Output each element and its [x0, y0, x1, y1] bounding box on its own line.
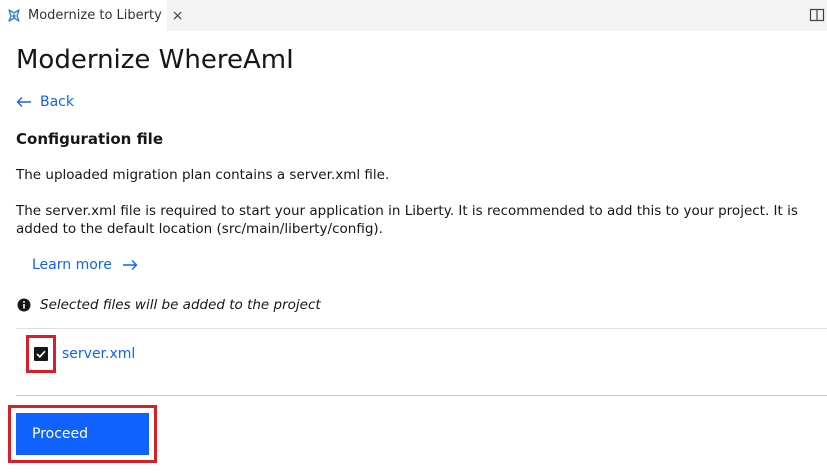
proceed-button[interactable]: Proceed — [16, 413, 149, 455]
info-text: Selected files will be added to the proj… — [40, 297, 321, 313]
divider — [16, 328, 827, 329]
file-list-item: server.xml — [26, 335, 135, 373]
checkmark-icon — [36, 350, 46, 358]
split-editor-icon[interactable] — [809, 7, 825, 23]
liberty-app-icon — [6, 8, 22, 24]
section-title: Configuration file — [16, 130, 163, 148]
back-label: Back — [40, 94, 74, 110]
divider — [16, 395, 827, 396]
server-xml-description: The server.xml file is required to start… — [16, 203, 798, 237]
info-icon — [16, 297, 32, 313]
server-xml-link[interactable]: server.xml — [62, 346, 135, 362]
learn-more-label: Learn more — [32, 257, 112, 273]
arrow-left-icon — [16, 97, 31, 107]
checkbox-highlight — [26, 335, 56, 373]
editor-tab-bar: Modernize to Liberty × — [0, 0, 827, 31]
plan-description: The uploaded migration plan contains a s… — [16, 167, 390, 183]
close-icon[interactable]: × — [172, 9, 184, 23]
tab-modernize-to-liberty[interactable]: Modernize to Liberty × — [0, 0, 184, 31]
tab-label: Modernize to Liberty — [28, 8, 162, 23]
arrow-right-icon — [122, 260, 138, 270]
server-xml-checkbox[interactable] — [34, 347, 48, 361]
learn-more-link[interactable]: Learn more — [32, 257, 138, 273]
info-notice: Selected files will be added to the proj… — [16, 297, 321, 313]
back-link[interactable]: Back — [16, 94, 74, 110]
page-title: Modernize WhereAmI — [16, 45, 294, 75]
